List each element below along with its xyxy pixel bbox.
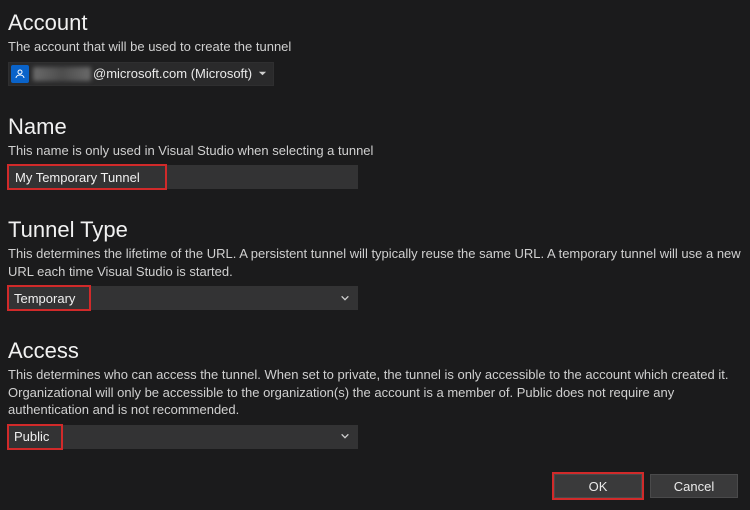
section-title-name: Name xyxy=(8,114,742,140)
tunnel-type-select[interactable]: Temporary xyxy=(8,286,358,310)
section-title-access: Access xyxy=(8,338,742,364)
section-desc-access: This determines who can access the tunne… xyxy=(8,366,742,419)
section-desc-account: The account that will be used to create … xyxy=(8,38,742,56)
section-title-account: Account xyxy=(8,10,742,36)
chevron-down-icon xyxy=(340,291,350,306)
dialog-button-row: OK Cancel xyxy=(554,474,738,498)
section-desc-name: This name is only used in Visual Studio … xyxy=(8,142,742,160)
section-title-tunnel-type: Tunnel Type xyxy=(8,217,742,243)
account-badge-icon xyxy=(11,65,29,83)
tunnel-type-value: Temporary xyxy=(14,291,75,306)
chevron-down-icon xyxy=(340,429,350,444)
tunnel-name-input[interactable] xyxy=(8,165,358,189)
cancel-button[interactable]: Cancel xyxy=(650,474,738,498)
caret-down-icon xyxy=(258,66,267,81)
access-value: Public xyxy=(14,429,49,444)
ok-button[interactable]: OK xyxy=(554,474,642,498)
account-dropdown[interactable]: @microsoft.com (Microsoft) xyxy=(8,62,274,86)
access-select[interactable]: Public xyxy=(8,425,358,449)
dev-tunnel-dialog: Account The account that will be used to… xyxy=(0,0,750,510)
section-desc-tunnel-type: This determines the lifetime of the URL.… xyxy=(8,245,742,280)
account-email-suffix: @microsoft.com (Microsoft) xyxy=(93,66,252,81)
account-name-redacted xyxy=(33,67,91,81)
